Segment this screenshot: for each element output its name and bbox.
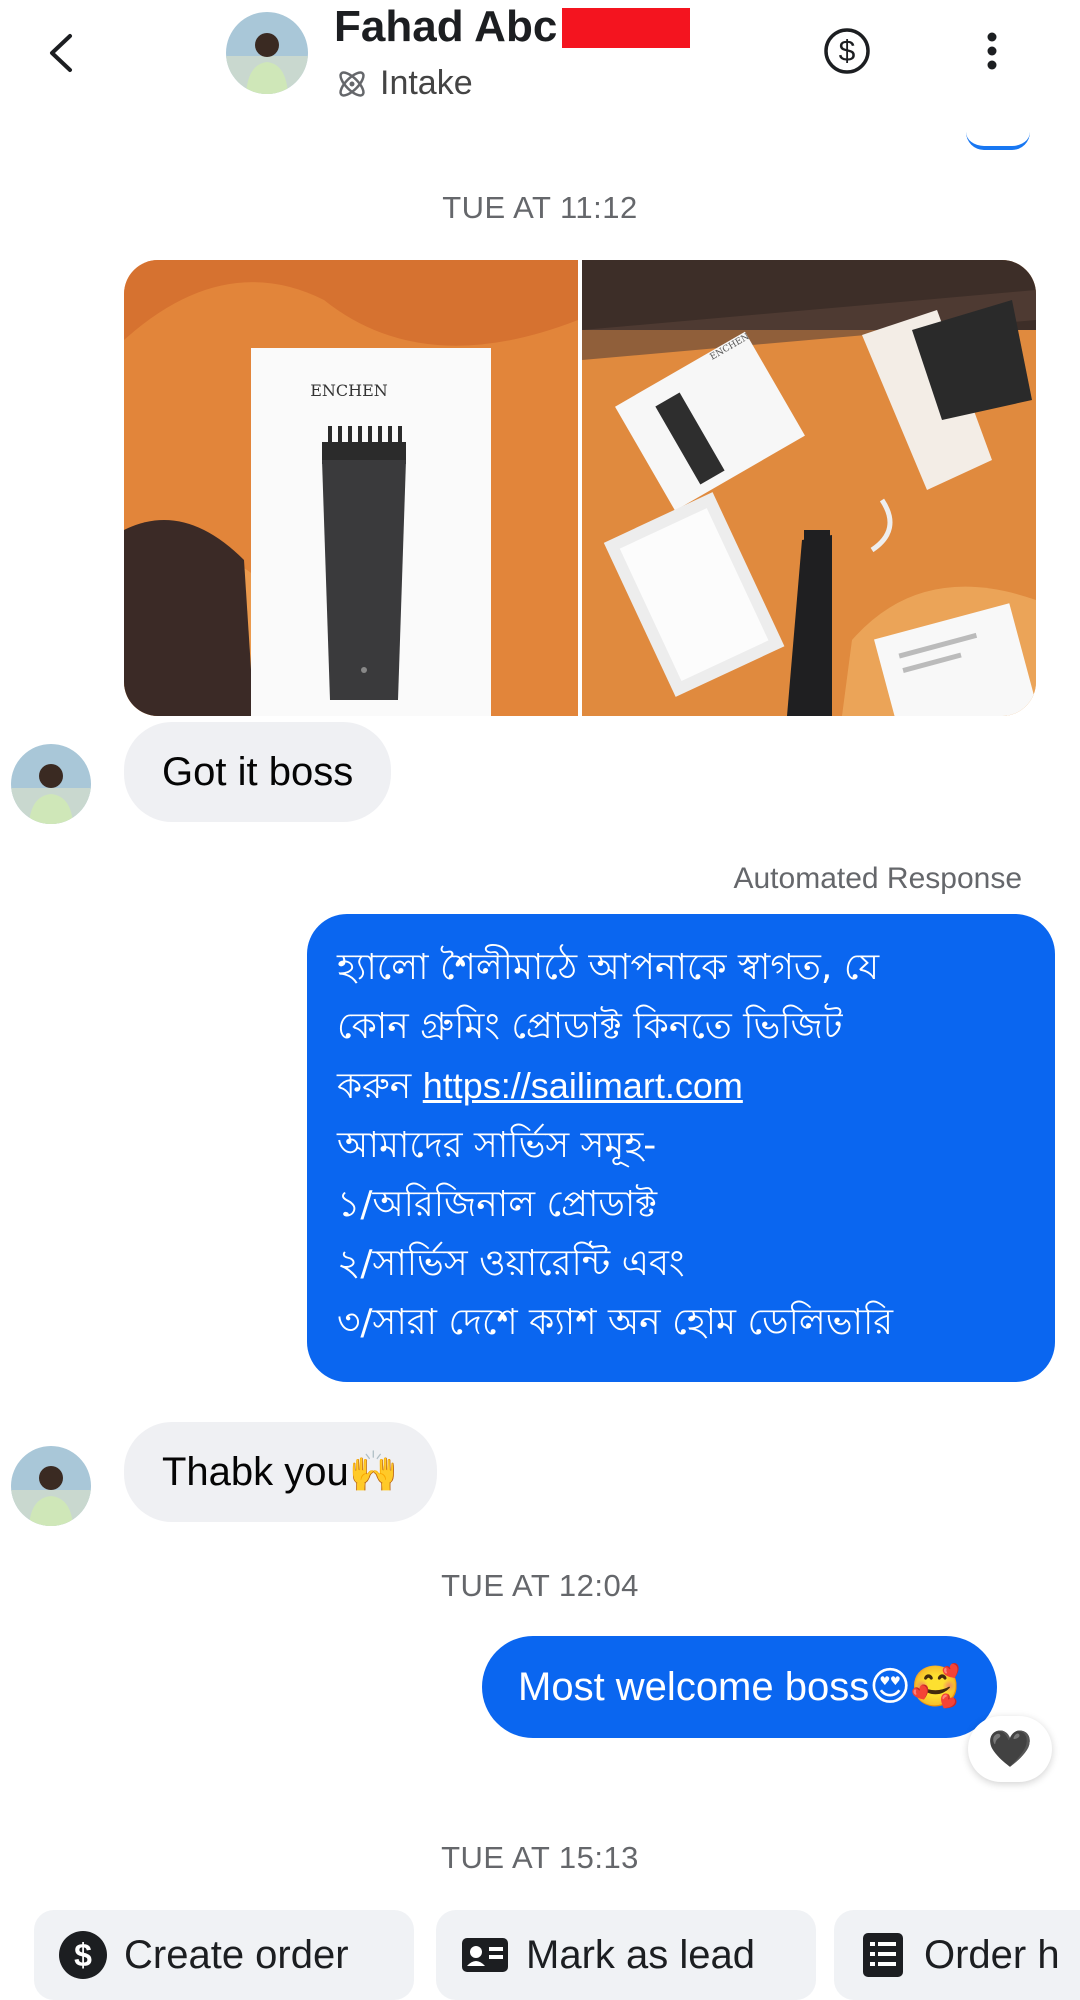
incoming-message[interactable]: Thabk you🙌 — [124, 1422, 437, 1522]
svg-text:$: $ — [74, 1937, 92, 1973]
status-label: Intake — [380, 64, 473, 102]
incoming-message[interactable]: Got it boss — [124, 722, 392, 822]
timestamp-divider: TUE AT 12:04 — [441, 1568, 639, 1603]
product-photo[interactable]: ENCHEN — [124, 260, 578, 716]
contact-card-icon — [462, 1938, 508, 1972]
conversation-header: Fahad Abc Intake $ — [0, 0, 1080, 118]
back-chevron-icon[interactable] — [42, 28, 82, 78]
order-history-button[interactable]: Order h — [834, 1910, 1080, 2000]
heart-reaction-icon[interactable]: 🖤 — [968, 1716, 1052, 1782]
dollar-circle-icon[interactable]: $ — [822, 26, 872, 76]
box-brand-label: ENCHEN — [310, 381, 388, 400]
mark-as-lead-button[interactable]: Mark as lead — [436, 1910, 816, 2000]
svg-text:$: $ — [839, 35, 856, 68]
contact-avatar[interactable] — [226, 12, 308, 94]
create-order-button[interactable]: $ Create order — [34, 1910, 414, 2000]
sender-avatar[interactable] — [11, 1446, 91, 1526]
automated-response-message[interactable]: হ্যালো শৈলীমাঠে আপনাকে স্বাগত, যে কোন গ্… — [307, 914, 1055, 1382]
receipt-list-icon — [863, 1933, 903, 1977]
message-line: কোন গ্রুমিং প্রোডাক্ট কিনতে ভিজিট — [337, 1006, 843, 1047]
dollar-circle-icon: $ — [59, 1931, 107, 1979]
outgoing-message[interactable]: Most welcome boss😍🥰 — [482, 1636, 997, 1738]
product-photo[interactable]: ENCHEN — [582, 260, 1036, 716]
message-line: করুন https://sailimart.com — [337, 1056, 1025, 1116]
mark-as-lead-label: Mark as lead — [526, 1932, 755, 1977]
message-line: হ্যালো শৈলীমাঠে আপনাকে স্বাগত, যে — [337, 947, 880, 988]
message-line: ৩/সারা দেশে ক্যাশ অন হোম ডেলিভারি — [337, 1302, 894, 1343]
atom-icon — [339, 70, 365, 97]
redaction-bar — [562, 8, 690, 48]
timestamp-divider: TUE AT 15:13 — [441, 1840, 639, 1875]
more-vertical-icon[interactable] — [980, 26, 1004, 76]
scroll-indicator — [966, 132, 1030, 150]
photo-message: ENCHEN ENCHEN — [124, 260, 1036, 716]
sender-avatar[interactable] — [11, 744, 91, 824]
quick-actions-bar: $ Create order Mark as lead Order h — [0, 1910, 1080, 2000]
message-line: ২/সার্ভিস ওয়ারেন্টি এবং — [337, 1243, 685, 1284]
automated-response-label: Automated Response — [733, 862, 1022, 895]
create-order-label: Create order — [124, 1932, 349, 1977]
timestamp-divider: TUE AT 11:12 — [442, 190, 638, 225]
contact-name[interactable]: Fahad Abc — [334, 2, 557, 52]
website-link[interactable]: https://sailimart.com — [423, 1065, 743, 1106]
message-line: ১/অরিজিনাল প্রোডাক্ট — [337, 1184, 658, 1225]
contact-status[interactable]: Intake — [334, 64, 473, 103]
message-line: আমাদের সার্ভিস সমূহ- — [337, 1125, 657, 1166]
order-history-label: Order h — [924, 1932, 1060, 1977]
message-text: করুন — [337, 1066, 412, 1107]
